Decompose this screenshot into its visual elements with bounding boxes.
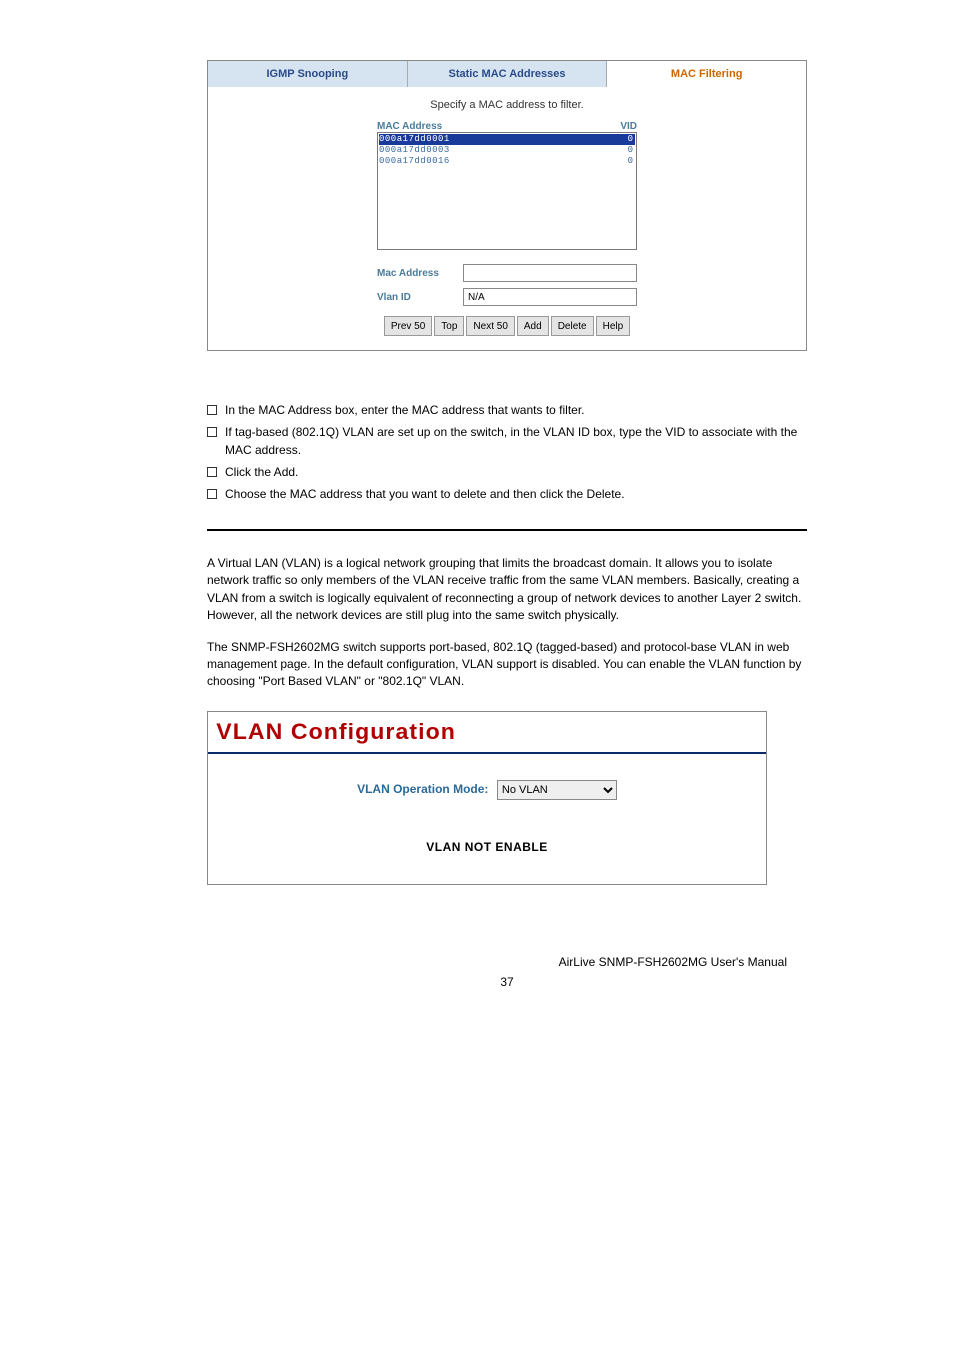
top-button[interactable]: Top	[434, 316, 464, 336]
bullet-1: In the MAC Address box, enter the MAC ad…	[225, 401, 807, 419]
vlan-id-label: Vlan ID	[377, 292, 457, 303]
tab-static-mac[interactable]: Static MAC Addresses	[408, 61, 608, 87]
tab-mac-filtering[interactable]: MAC Filtering	[607, 61, 806, 87]
vlan-config-title: VLAN Configuration	[216, 719, 456, 745]
bullet-2: If tag-based (802.1Q) VLAN are set up on…	[225, 423, 807, 459]
mac-cell: 000a17dd0001	[379, 134, 615, 145]
vlan-mode-label: VLAN Operation Mode:	[357, 782, 488, 796]
vlan-config-screenshot: VLAN Configuration VLAN Operation Mode: …	[207, 711, 767, 885]
column-headers: MAC Address VID	[377, 121, 637, 132]
list-item[interactable]: 000a17dd0016 0	[379, 156, 635, 167]
instruction-list: In the MAC Address box, enter the MAC ad…	[207, 401, 807, 503]
col-vid-header: VID	[593, 121, 637, 132]
vlan-intro-para-2: The SNMP-FSH2602MG switch supports port-…	[207, 639, 807, 691]
list-item[interactable]: 000a17dd0001 0	[379, 134, 635, 145]
page-number: 37	[207, 975, 807, 989]
bullet-4: Choose the MAC address that you want to …	[225, 485, 807, 503]
mac-address-input[interactable]	[463, 264, 637, 282]
help-button[interactable]: Help	[596, 316, 631, 336]
list-item[interactable]: 000a17dd0003 0	[379, 145, 635, 156]
vlan-id-input[interactable]	[463, 288, 637, 306]
button-row: Prev 50 Top Next 50 Add Delete Help	[377, 316, 637, 336]
vlan-mode-row: VLAN Operation Mode: No VLAN	[208, 780, 766, 800]
vid-cell: 0	[615, 145, 635, 156]
prev-50-button[interactable]: Prev 50	[384, 316, 432, 336]
vid-cell: 0	[615, 156, 635, 167]
mac-address-label: Mac Address	[377, 268, 457, 279]
tab-bar: IGMP Snooping Static MAC Addresses MAC F…	[208, 61, 806, 87]
vlan-mode-select[interactable]: No VLAN	[497, 780, 617, 800]
vlan-config-header: VLAN Configuration	[208, 712, 766, 754]
vlan-intro-para-1: A Virtual LAN (VLAN) is a logical networ…	[207, 555, 807, 625]
delete-button[interactable]: Delete	[551, 316, 594, 336]
mac-filter-screenshot: IGMP Snooping Static MAC Addresses MAC F…	[207, 60, 807, 351]
vlan-not-enable-text: VLAN NOT ENABLE	[208, 840, 766, 854]
col-mac-header: MAC Address	[377, 121, 593, 132]
footer-text: AirLive SNMP-FSH2602MG User's Manual	[207, 955, 807, 969]
section-divider	[207, 529, 807, 531]
tab-igmp-snooping[interactable]: IGMP Snooping	[208, 61, 408, 87]
mac-cell: 000a17dd0016	[379, 156, 615, 167]
mac-listbox[interactable]: 000a17dd0001 0 000a17dd0003 0 000a17dd00…	[377, 132, 637, 250]
bullet-3: Click the Add.	[225, 463, 807, 481]
add-button[interactable]: Add	[517, 316, 549, 336]
filter-caption: Specify a MAC address to filter.	[222, 99, 792, 111]
vid-cell: 0	[615, 134, 635, 145]
next-50-button[interactable]: Next 50	[466, 316, 514, 336]
mac-cell: 000a17dd0003	[379, 145, 615, 156]
